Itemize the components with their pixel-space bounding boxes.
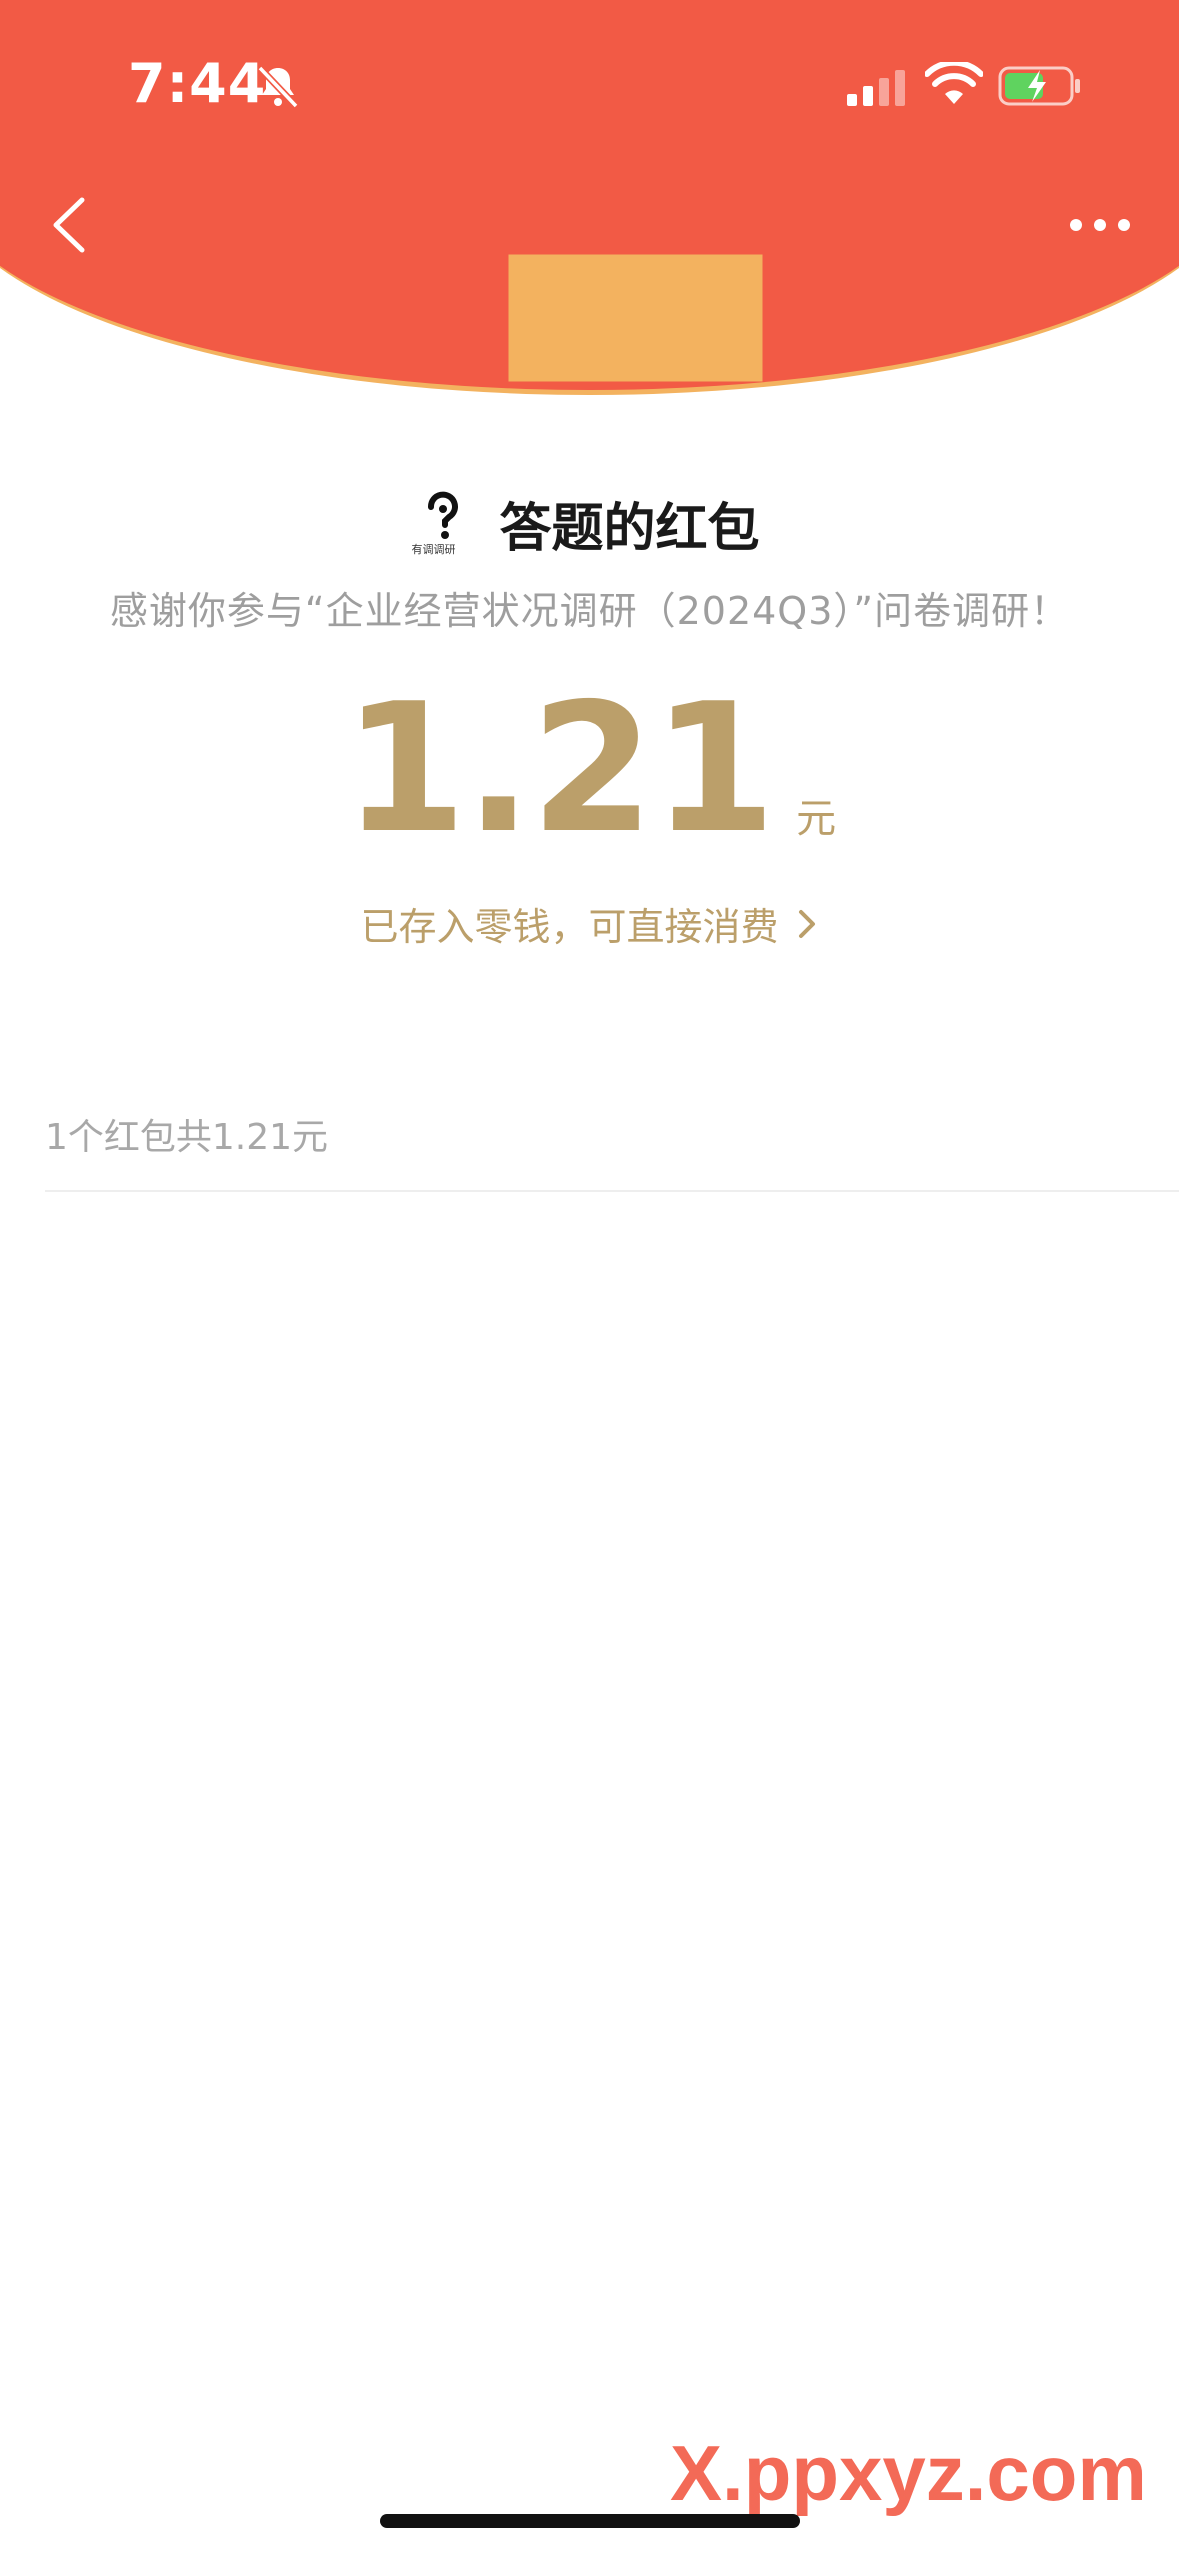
red-packet-title: 答题的红包: [499, 498, 760, 559]
wallet-balance-link[interactable]: 已存入零钱，可直接消费: [0, 896, 1179, 951]
survey-logo-icon: 有调调研: [411, 491, 467, 556]
watermark: X.ppxyz.com: [670, 2429, 1147, 2517]
red-packet-title-row: 有调调研 答题的红包: [0, 488, 1179, 559]
bell-muted-icon: [257, 65, 299, 109]
thanks-message: 感谢你参与“企业经营状况调研（2024Q3）”问卷调研！: [109, 589, 1070, 633]
status-bar: 7:44: [0, 0, 1179, 170]
amount-display: 1.21 元: [0, 680, 1179, 858]
red-packet-summary: 1个红包共1.21元: [45, 1117, 329, 1158]
battery-charging-icon: [998, 66, 1080, 106]
logo-caption: 有调调研: [411, 543, 456, 556]
status-time: 7:44: [128, 52, 267, 115]
cellular-signal-icon: [847, 70, 905, 106]
home-indicator[interactable]: [380, 2514, 800, 2528]
wifi-icon: [925, 62, 983, 104]
divider: [45, 1190, 1179, 1192]
amount-value: 1.21: [342, 665, 776, 872]
wallet-link-label: 已存入零钱，可直接消费: [360, 905, 779, 949]
more-options-button[interactable]: [1060, 200, 1140, 250]
amount-unit: 元: [796, 796, 837, 842]
chevron-right-icon: [798, 909, 815, 938]
back-button[interactable]: [38, 190, 98, 260]
red-packet-detail-page: 7:44 有调调研 答题的红包 感谢你参与“企业经营状况调研（2024Q3）”问…: [0, 0, 1179, 2556]
